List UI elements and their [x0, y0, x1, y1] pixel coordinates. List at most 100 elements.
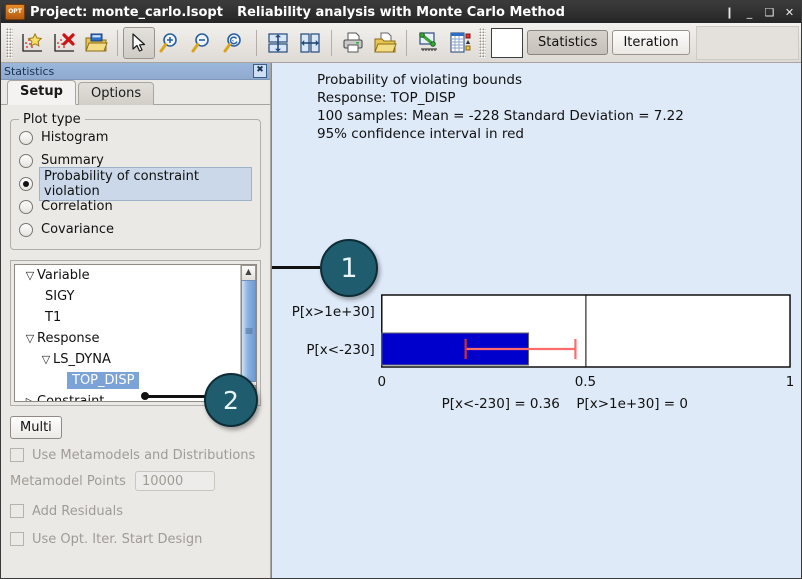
callout-1-number: 1 [340, 252, 358, 284]
application-window: OPT Project: monte_carlo.lsopt Reliabili… [0, 0, 802, 579]
radio-covariance[interactable]: Covariance [19, 218, 252, 241]
toolbar-separator [117, 29, 118, 56]
callout-2-number: 2 [223, 385, 239, 415]
chart-category-label-1: P[x<-230] [306, 342, 374, 358]
callout-1-badge: 1 [320, 239, 378, 297]
toolbar-empty-area [695, 25, 799, 60]
save-as-icon[interactable] [369, 27, 401, 59]
statistics-button[interactable]: Statistics [527, 30, 609, 55]
use-opt-iter-checkbox-row[interactable]: Use Opt. Iter. Start Design [10, 527, 261, 551]
toolbar-separator [256, 29, 257, 56]
use-opt-iter-label: Use Opt. Iter. Start Design [32, 531, 203, 547]
restore-icon[interactable]: ❙ [724, 6, 735, 19]
close-icon[interactable]: ✕ [784, 6, 795, 19]
delete-point-plot-icon[interactable] [48, 27, 80, 59]
dock-header: Statistics ✖ [1, 63, 270, 80]
chart-category-label-0: P[x>1e+30] [292, 304, 375, 320]
radio-label: Correlation [41, 199, 113, 214]
chart-annotation-1: P[x>1e+30] = 0 [576, 396, 687, 412]
plot-area: Probability of violating bounds Response… [271, 63, 801, 578]
checkbox-icon[interactable] [10, 532, 24, 546]
use-metamodels-label: Use Metamodels and Distributions [32, 447, 256, 463]
chart-annotation-0: P[x<-230] = 0.36 [442, 396, 560, 412]
radio-probability-of-constraint-violation[interactable]: Probability of constraint violation [19, 166, 252, 201]
metamodel-points-input[interactable]: 10000 [134, 471, 215, 491]
maximize-icon[interactable]: ❑ [764, 6, 775, 19]
scrollbar-thumb[interactable] [241, 280, 256, 382]
tab-options[interactable]: Options [77, 82, 155, 105]
tree-item-t1[interactable]: T1 [15, 307, 256, 328]
toolbar-separator [331, 29, 332, 56]
radio-icon [19, 199, 33, 214]
twisty-closed-icon[interactable]: ▷ [23, 396, 37, 401]
curve-plot-icon[interactable] [412, 27, 444, 59]
radio-icon-selected [19, 176, 33, 191]
split-horizontal-icon[interactable] [262, 27, 294, 59]
probability-bar-chart: P[x>1e+30] P[x<-230] 0 0.5 1 P[x<-230] =… [292, 294, 795, 412]
tree-item-label: T1 [45, 310, 62, 325]
add-residuals-label: Add Residuals [32, 503, 123, 519]
open-folder-icon[interactable] [80, 27, 112, 59]
print-icon[interactable] [337, 27, 369, 59]
project-title: Project: monte_carlo.lsopt [30, 4, 223, 20]
checkbox-icon[interactable] [10, 448, 24, 462]
plot-type-legend: Plot type [19, 112, 85, 127]
tree-item-label: Variable [37, 268, 90, 283]
split-vertical-icon[interactable] [294, 27, 326, 59]
dock-title: Statistics [4, 64, 55, 78]
table-view-icon[interactable] [444, 27, 476, 59]
tree-item-label: LS_DYNA [53, 352, 111, 367]
scrollbar-grip-icon [245, 328, 252, 334]
toolbar-drag-handle-2[interactable] [479, 27, 486, 58]
tree-item-sigy[interactable]: SIGY [15, 286, 256, 307]
tree-item-label: Constraint [37, 394, 105, 402]
window-controls: ❙ _ ❑ ✕ [724, 1, 795, 23]
checkbox-icon[interactable] [10, 504, 24, 518]
tree-item-label: Response [37, 331, 100, 346]
blank-page-icon[interactable] [491, 27, 523, 58]
plot-type-group: Plot type Histogram Summary Probability … [10, 112, 261, 250]
twisty-open-icon[interactable]: ▽ [23, 333, 37, 344]
view-mode-group: Statistics Iteration [491, 27, 690, 58]
radio-label: Histogram [41, 130, 109, 145]
use-metamodels-checkbox-row[interactable]: Use Metamodels and Distributions [10, 443, 261, 467]
add-residuals-checkbox-row[interactable]: Add Residuals [10, 499, 261, 523]
radio-icon [19, 130, 33, 145]
radio-icon [19, 153, 33, 168]
twisty-open-icon[interactable]: ▽ [39, 354, 53, 365]
tab-setup[interactable]: Setup [7, 80, 76, 105]
radio-icon [19, 222, 33, 237]
metamodel-points-row: Metamodel Points 10000 [10, 467, 261, 495]
tree-item-label: SIGY [45, 289, 75, 304]
callout-2-anchor-dot [141, 392, 149, 400]
zoom-reset-icon[interactable] [219, 27, 251, 59]
multi-button[interactable]: Multi [10, 416, 62, 439]
callout-1-leader [272, 266, 320, 269]
dock-close-icon[interactable]: ✖ [253, 64, 267, 78]
callout-2-badge: 2 [204, 373, 258, 427]
app-logo-icon: OPT [5, 4, 25, 20]
toolbar-separator [406, 29, 407, 56]
main-toolbar: Statistics Iteration [1, 23, 801, 63]
chart-xtick-0: 0 [378, 374, 387, 390]
statistics-panel: Statistics ✖ Setup Options Plot type His… [1, 63, 271, 578]
tree-item-response[interactable]: ▽ Response [15, 328, 256, 349]
chart-xtick-2: 1 [786, 374, 795, 390]
scroll-up-icon[interactable]: ▲ [241, 265, 256, 281]
pointer-tool-icon[interactable] [123, 26, 155, 59]
toolbar-drag-handle[interactable] [6, 27, 13, 58]
zoom-out-icon[interactable] [187, 27, 219, 59]
tree-item-variable[interactable]: ▽ Variable [15, 265, 256, 286]
panel-body: Plot type Histogram Summary Probability … [1, 105, 270, 551]
radio-histogram[interactable]: Histogram [19, 126, 252, 149]
minimize-icon[interactable]: _ [744, 6, 755, 19]
zoom-in-icon[interactable] [155, 27, 187, 59]
main-split: Statistics ✖ Setup Options Plot type His… [1, 63, 801, 578]
metamodel-points-label: Metamodel Points [10, 473, 126, 489]
twisty-open-icon[interactable]: ▽ [23, 270, 37, 281]
radio-label: Probability of constraint violation [39, 166, 252, 201]
iteration-button[interactable]: Iteration [612, 30, 690, 55]
radio-label: Covariance [41, 222, 114, 237]
tree-item-ls-dyna[interactable]: ▽ LS_DYNA [15, 349, 256, 370]
add-point-plot-icon[interactable] [16, 27, 48, 59]
